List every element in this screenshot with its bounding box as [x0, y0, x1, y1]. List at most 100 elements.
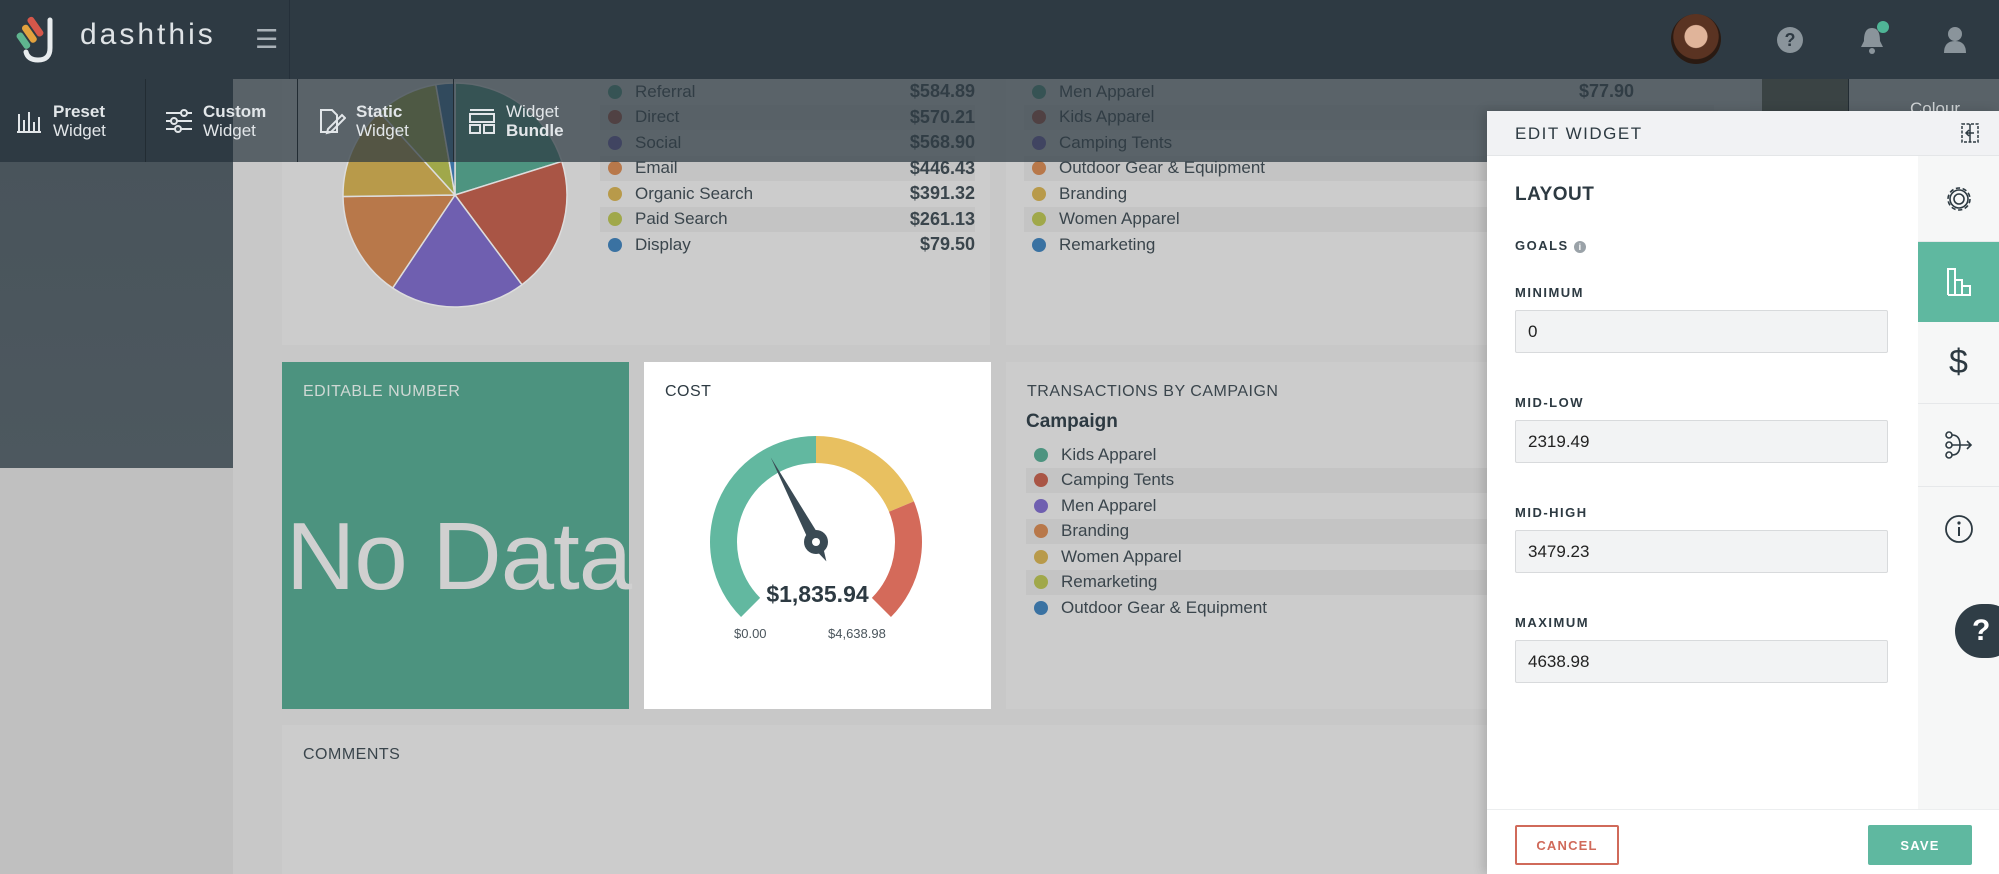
- legend-dot: [1032, 212, 1046, 227]
- legend-label: Display: [635, 234, 691, 254]
- legend-label: Branding: [1061, 521, 1130, 541]
- legend-dot: [1032, 161, 1046, 176]
- label-line2: Widget: [203, 120, 256, 140]
- widget-title: TRANSACTIONS BY CAMPAIGN: [1027, 383, 1279, 400]
- bar-chart-icon: [1946, 268, 1971, 296]
- legend-label: Women Apparel: [1059, 209, 1180, 229]
- legend-label: Outdoor Gear & Equipment: [1061, 597, 1268, 617]
- panel-tab-rail: $ ?: [1909, 156, 1999, 809]
- label-line1: Static: [356, 101, 403, 121]
- label-line2: Bundle: [506, 120, 564, 140]
- gauge-value: $1,835.94: [766, 581, 869, 607]
- dashthis-logo[interactable]: [14, 14, 66, 64]
- legend-item: Paid Search $261.13: [600, 206, 975, 232]
- label-line2: Widget: [356, 120, 409, 140]
- legend-dot: [1034, 549, 1048, 564]
- legend-label: Remarketing: [1061, 572, 1158, 592]
- cost-gauge-widget[interactable]: COST $1,835.94 $0.00 $4,638.98: [644, 362, 991, 709]
- legend-dot: [1032, 186, 1046, 201]
- user-icon[interactable]: [1935, 20, 1975, 60]
- editable-number-widget[interactable]: EDITABLE NUMBER No Data: [282, 362, 632, 709]
- divider: [297, 79, 298, 162]
- custom-widget-button[interactable]: Custom Widget: [165, 79, 266, 162]
- widget-title: EDITABLE NUMBER: [303, 383, 461, 400]
- mid-low-label: MID-LOW: [1515, 395, 1584, 410]
- maximum-input[interactable]: [1515, 640, 1888, 683]
- gauge-max-label: $4,638.98: [828, 626, 886, 641]
- mid-high-input[interactable]: [1515, 530, 1888, 573]
- edit-doc-icon: [320, 108, 346, 134]
- legend-dot: [1034, 524, 1048, 539]
- legend-dot: [1034, 473, 1048, 488]
- minimum-input[interactable]: [1515, 310, 1888, 353]
- save-button[interactable]: SAVE: [1868, 825, 1972, 865]
- legend-label: Men Apparel: [1061, 495, 1157, 515]
- legend-title: Campaign: [1026, 411, 1118, 432]
- edit-widget-panel: EDIT WIDGET LAYOUT GOALS i MINIMUM MID-L…: [1487, 111, 1999, 874]
- divider: [453, 79, 454, 162]
- minimum-label: MINIMUM: [1515, 285, 1584, 300]
- help-icon[interactable]: ?: [1770, 20, 1810, 60]
- mid-low-input[interactable]: [1515, 420, 1888, 463]
- collapse-panel-icon[interactable]: [1961, 123, 1979, 143]
- widget-bundle-button[interactable]: Widget Bundle: [468, 79, 564, 162]
- info-icon[interactable]: i: [1573, 241, 1586, 253]
- panel-footer: CANCEL SAVE: [1487, 809, 1999, 874]
- legend-label: Camping Tents: [1061, 470, 1175, 490]
- label-line1: Custom: [203, 101, 267, 121]
- dollar-icon: $: [1949, 343, 1968, 381]
- panel-header: EDIT WIDGET: [1487, 111, 1999, 156]
- sliders-icon: [166, 108, 192, 133]
- cancel-button[interactable]: CANCEL: [1515, 825, 1619, 865]
- gauge-chart: [710, 436, 922, 617]
- label-line1: Preset: [53, 101, 105, 121]
- legend-value: $391.32: [909, 183, 975, 204]
- brand-name: dashthis: [80, 18, 216, 51]
- preset-widget-button[interactable]: Preset Widget: [15, 79, 106, 162]
- tab-info[interactable]: [1918, 487, 1999, 570]
- legend-value: $261.13: [909, 208, 975, 229]
- gauge-min-label: $0.00: [734, 626, 767, 641]
- legend-dot: [608, 161, 622, 176]
- tab-layout[interactable]: [1909, 242, 1999, 322]
- branch-icon: [1944, 431, 1972, 459]
- maximum-label: MAXIMUM: [1515, 615, 1590, 630]
- gauge-hub-center: [812, 538, 820, 546]
- label-line2: Widget: [53, 120, 106, 140]
- divider: [289, 0, 290, 79]
- avatar[interactable]: [1671, 14, 1721, 64]
- goals-label: GOALS i: [1515, 238, 1586, 253]
- legend-value: $79.50: [919, 234, 975, 255]
- widget-title: COMMENTS: [303, 746, 401, 763]
- tab-data-source[interactable]: [1918, 404, 1999, 487]
- legend-dot: [608, 237, 622, 252]
- bar-chart-icon: [17, 111, 41, 133]
- static-widget-button[interactable]: Static Widget: [318, 79, 409, 162]
- top-header: dashthis ☰ ?: [0, 0, 1999, 79]
- tab-settings[interactable]: [1918, 156, 1999, 242]
- no-data-text: No Data: [286, 503, 632, 610]
- legend-dot: [608, 186, 622, 201]
- tab-currency[interactable]: $: [1918, 322, 1999, 404]
- legend-label: Branding: [1059, 183, 1128, 203]
- active-tab-pointer: [1909, 273, 1918, 291]
- legend-dot: [1034, 575, 1048, 590]
- gauge-band-mid: [816, 436, 914, 512]
- legend-item: Display $79.50: [600, 232, 975, 258]
- notification-badge: [1877, 21, 1889, 33]
- help-chat-button[interactable]: ?: [1955, 604, 1999, 658]
- layout-icon: [469, 108, 495, 134]
- legend-dot: [1032, 237, 1046, 252]
- hamburger-icon[interactable]: ☰: [255, 24, 278, 55]
- gear-icon: [1946, 186, 1971, 211]
- legend-dot: [1034, 600, 1048, 615]
- mid-high-label: MID-HIGH: [1515, 505, 1588, 520]
- legend-label: Women Apparel: [1061, 546, 1182, 566]
- info-icon: [1944, 514, 1973, 543]
- panel-title: EDIT WIDGET: [1515, 124, 1643, 143]
- legend-label: Remarketing: [1059, 234, 1156, 254]
- svg-text:?: ?: [1785, 30, 1796, 50]
- legend-label: Paid Search: [635, 209, 728, 229]
- legend-label: Kids Apparel: [1061, 444, 1157, 464]
- divider: [145, 79, 146, 162]
